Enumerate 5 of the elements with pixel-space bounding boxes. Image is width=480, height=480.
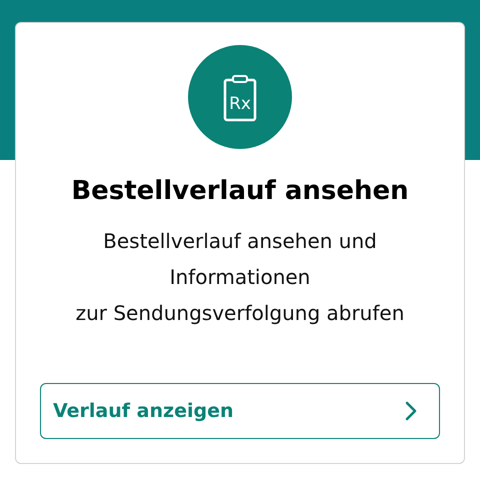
chevron-right-icon: [405, 401, 417, 421]
clipboard-icon: Rx: [188, 45, 292, 149]
card-title: Bestellverlauf ansehen: [71, 175, 409, 207]
show-history-button[interactable]: Verlauf anzeigen: [40, 383, 440, 439]
card-description: Bestellverlauf ansehen und Informationen zur Sendungsverfolgung abrufen: [76, 228, 404, 327]
